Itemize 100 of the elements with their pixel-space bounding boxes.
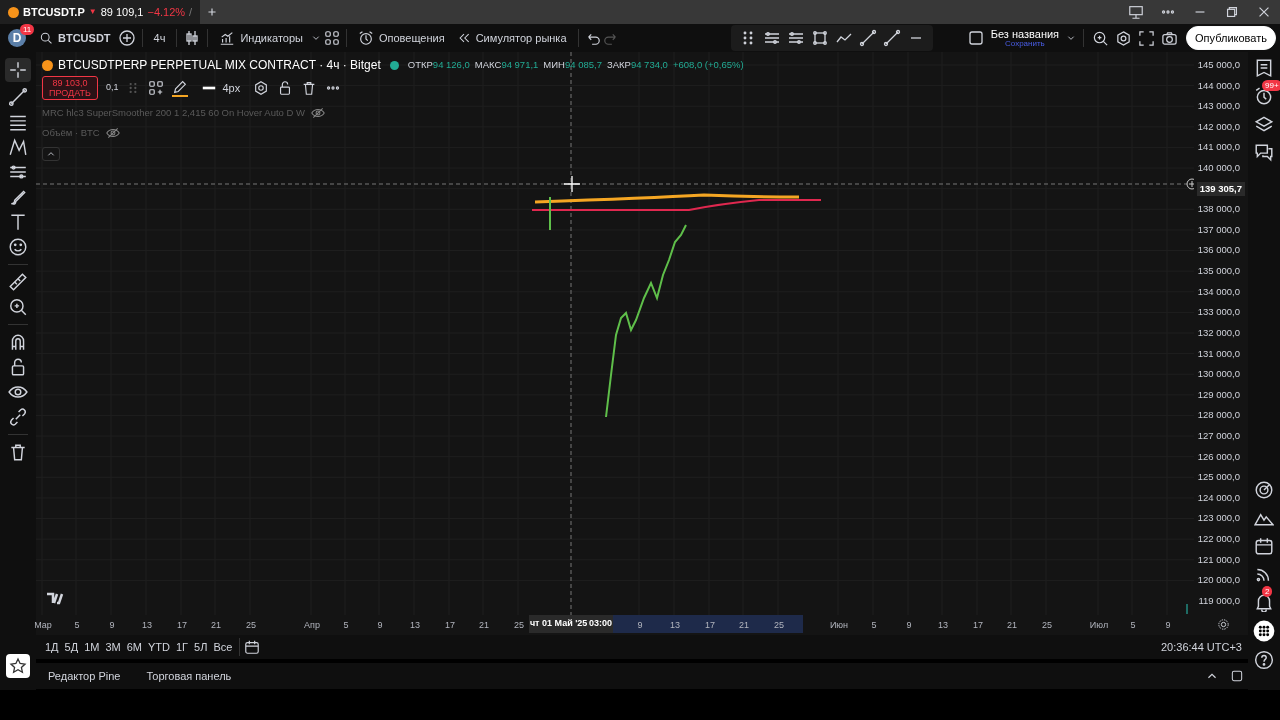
pitchfork-icon[interactable] [8, 162, 28, 182]
time-label: 17 [705, 619, 715, 632]
watchlist-icon[interactable] [1254, 58, 1274, 78]
brush-mark [549, 196, 551, 231]
chat-icon[interactable] [1254, 142, 1274, 162]
price-label: 121 000,0 [1196, 552, 1241, 567]
time-label: 9 [377, 619, 383, 632]
pattern-icon[interactable] [8, 137, 28, 157]
brush-icon[interactable] [8, 187, 28, 207]
panel-tab[interactable]: Торговая панель [138, 665, 240, 687]
pencil-icon[interactable] [172, 79, 189, 95]
price-label: 131 000,0 [1196, 346, 1241, 361]
quick-search-icon[interactable] [1092, 29, 1110, 47]
layout-icon[interactable] [323, 30, 340, 46]
time-label: 9 [109, 619, 115, 632]
settings-icon[interactable] [1115, 29, 1133, 47]
bell-icon[interactable] [1254, 592, 1274, 612]
replay-button[interactable]: Симулятор рынка [451, 27, 572, 49]
settings-icon[interactable] [1217, 618, 1230, 631]
save-link[interactable]: Сохранить [990, 39, 1060, 48]
price-label: 140 000,0 [1196, 161, 1241, 176]
target-icon[interactable] [1254, 480, 1274, 500]
smiley-icon[interactable] [8, 237, 28, 257]
price-label: 137 000,0 [1196, 222, 1241, 237]
price-label: 127 000,0 [1196, 428, 1241, 443]
fullscreen-icon[interactable] [1138, 29, 1156, 47]
line-width-button[interactable]: 4px [196, 77, 246, 99]
sell-button[interactable]: 89 103,0 ПРОДАТЬ [42, 76, 98, 100]
apps-icon[interactable] [1253, 620, 1275, 642]
interval-button[interactable]: 4ч [148, 27, 171, 49]
alarm-clock-icon[interactable] [1254, 86, 1274, 106]
range-button[interactable]: YTD [145, 636, 173, 658]
settings-icon[interactable] [253, 80, 270, 96]
notification-badge: 2 [1262, 586, 1273, 597]
range-button[interactable]: 5Л [191, 636, 211, 658]
zoom-in-icon[interactable] [8, 297, 28, 317]
time-label: 25 [514, 619, 524, 632]
trend-line-icon[interactable] [858, 29, 877, 47]
time-label: 9 [637, 619, 643, 632]
time-label: 21 [739, 619, 749, 632]
hidden-eye-icon[interactable] [105, 126, 120, 141]
time-label: 21 [1007, 619, 1017, 632]
time-label: 25 [774, 619, 784, 632]
panel-tab[interactable]: Редактор Pine [40, 665, 129, 687]
template-icon[interactable] [148, 80, 165, 96]
price-label: 145 000,0 [1196, 58, 1241, 72]
goto-date-icon[interactable] [244, 639, 261, 655]
indicators-button[interactable]: Индикаторы [214, 27, 308, 49]
time-label: 5 [1130, 619, 1136, 632]
trend-line-icon[interactable] [8, 87, 28, 107]
range-button[interactable]: 1Г [173, 636, 192, 658]
clock[interactable]: 20:36:44 UTC+3 [1160, 638, 1242, 656]
range-button[interactable]: 1Д [42, 636, 62, 658]
text-icon[interactable] [8, 212, 28, 232]
hidden-eye-icon[interactable] [310, 106, 325, 121]
parallel-lines-icon[interactable] [786, 29, 805, 47]
time-label: 13 [142, 619, 152, 632]
quantity: 0,1 [105, 81, 119, 95]
coin-icon [42, 59, 53, 71]
price-label: 129 000,0 [1196, 387, 1241, 402]
ruler-icon[interactable] [8, 272, 28, 292]
symbol-search[interactable]: BTCUSDT [34, 27, 116, 49]
layers-icon[interactable] [1254, 114, 1274, 134]
chart-title: BTCUSDTPERP PERPETUAL MIX CONTRACT · 4ч · Bitget [58, 57, 381, 74]
time-label: Июл [1089, 619, 1109, 632]
parallel-lines-icon[interactable] [762, 29, 781, 47]
time-label: 9 [906, 619, 912, 632]
camera-icon[interactable] [1161, 29, 1179, 47]
price-label: 135 000,0 [1196, 264, 1241, 279]
calendar-icon[interactable] [1254, 536, 1274, 556]
add-symbol-icon[interactable] [117, 29, 136, 47]
range-button[interactable]: Все [210, 636, 236, 658]
range-button[interactable]: 1М [81, 636, 103, 658]
price-label: 138 000,0 [1196, 202, 1241, 217]
range-button[interactable]: 3М [102, 636, 124, 658]
indicator-label: MRC hlc3 SuperSmoother 200 1 2,415 60 On Hover Auto D W [42, 106, 305, 120]
price-label: 122 000,0 [1196, 532, 1241, 546]
range-button[interactable]: 5Д [61, 636, 82, 658]
price-label: 119 000,0 [1197, 593, 1241, 608]
add-alert-icon[interactable] [1186, 178, 1194, 190]
link-icon[interactable] [8, 407, 28, 427]
range-button[interactable]: 6М [123, 636, 145, 658]
time-label: 17 [973, 619, 983, 632]
time-label: 5 [871, 619, 877, 632]
layout-name[interactable]: Без названия [990, 28, 1060, 40]
restore-icon[interactable] [1224, 4, 1240, 20]
monitor-icon[interactable] [1128, 4, 1144, 20]
price-label: 120 000,0 [1196, 573, 1241, 588]
browser-tab[interactable]: BTCUSDT.P ▼ 89 109,1 −4.12% / [0, 0, 200, 24]
publish-button[interactable]: Опубликовать [1186, 25, 1276, 51]
rectangle-icon[interactable] [810, 29, 829, 47]
trash-icon[interactable] [8, 442, 28, 462]
maximize-icon[interactable] [1230, 669, 1244, 683]
trend-line-icon[interactable] [882, 29, 901, 47]
crosshair-icon[interactable] [5, 58, 31, 82]
cursor-icon [563, 175, 581, 193]
help-icon[interactable] [1254, 650, 1274, 670]
alerts-button[interactable]: Оповещения [352, 27, 450, 49]
checkbox-icon[interactable] [966, 29, 985, 47]
search-icon [39, 31, 53, 45]
